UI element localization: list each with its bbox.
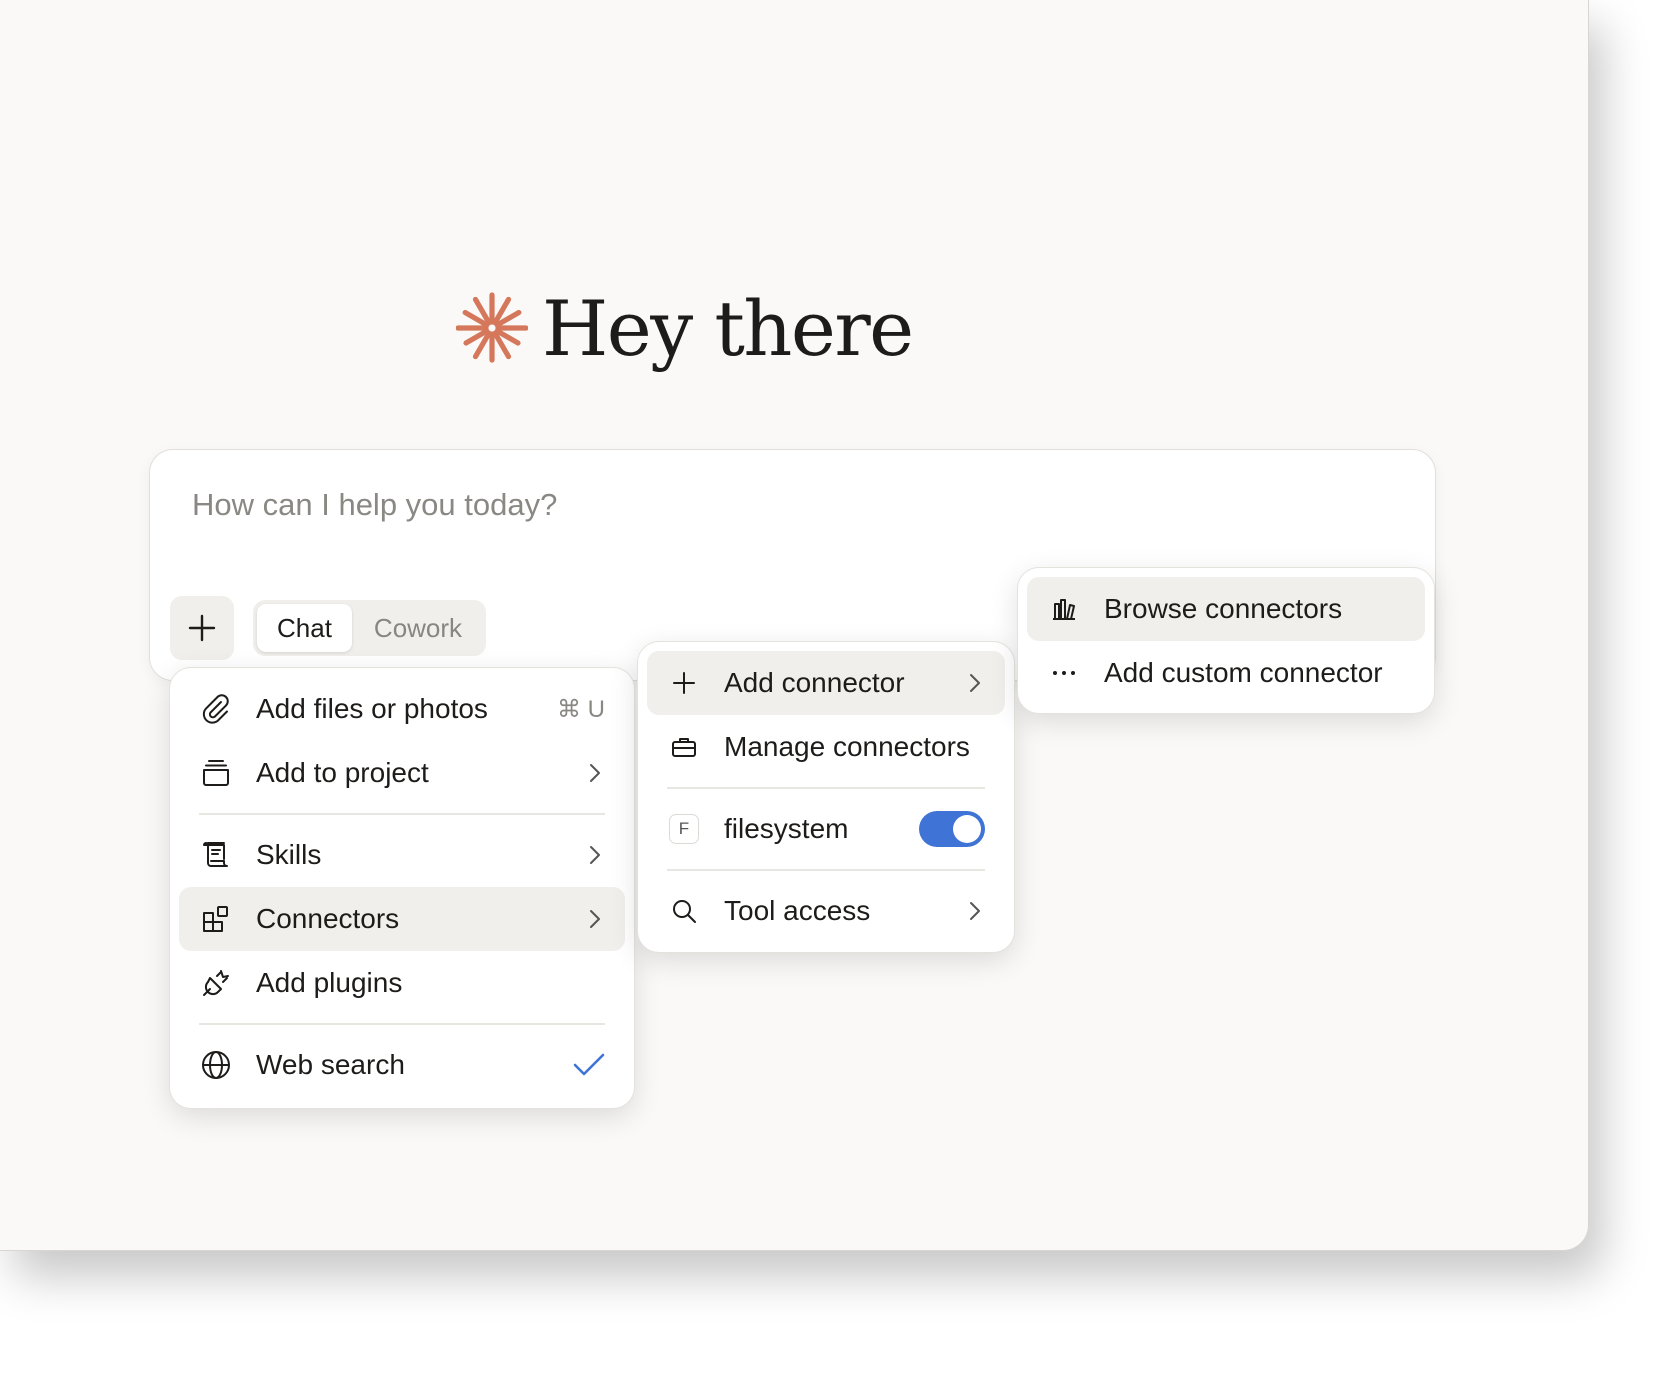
menu-item-browse-connectors[interactable]: Browse connectors bbox=[1027, 577, 1425, 641]
plus-icon bbox=[188, 614, 216, 642]
menu-divider bbox=[199, 1023, 605, 1025]
shortcut-hint: ⌘ U bbox=[557, 695, 605, 723]
greeting: Hey there bbox=[456, 278, 914, 378]
chevron-right-icon bbox=[965, 673, 985, 693]
menu-divider bbox=[667, 869, 985, 871]
message-input[interactable] bbox=[190, 484, 1094, 526]
menu-item-label: Add custom connector bbox=[1104, 657, 1383, 688]
menu-item-label: Add connector bbox=[724, 667, 905, 698]
mode-chat-button[interactable]: Chat bbox=[257, 604, 352, 652]
menu-item-label: filesystem bbox=[724, 813, 849, 844]
filesystem-badge-letter: F bbox=[669, 814, 699, 844]
mode-cowork-button[interactable]: Cowork bbox=[354, 604, 482, 652]
menu-item-label: Connectors bbox=[256, 903, 400, 934]
mode-toggle: Chat Cowork bbox=[253, 600, 487, 656]
menu-item-add-plugins[interactable]: Add plugins bbox=[179, 951, 625, 1015]
plus-icon bbox=[667, 666, 701, 700]
paperclip-icon bbox=[199, 692, 233, 726]
scroll-icon bbox=[199, 838, 233, 872]
briefcase-icon bbox=[667, 730, 701, 764]
menu-item-skills[interactable]: Skills bbox=[179, 823, 625, 887]
menu-item-label: Manage connectors bbox=[724, 731, 970, 762]
menu-item-label: Browse connectors bbox=[1104, 593, 1343, 624]
menu-item-filesystem[interactable]: F filesystem bbox=[647, 797, 1005, 861]
menu-item-label: Skills bbox=[256, 839, 322, 870]
globe-icon bbox=[199, 1048, 233, 1082]
claude-logo-icon bbox=[456, 292, 528, 364]
menu-item-manage-connectors[interactable]: Manage connectors bbox=[647, 715, 1005, 779]
menu-item-label: Tool access bbox=[724, 895, 871, 926]
menu-divider bbox=[199, 813, 605, 815]
plug-icon bbox=[199, 966, 233, 1000]
menu-item-web-search[interactable]: Web search bbox=[179, 1033, 625, 1097]
menu-item-add-custom-connector[interactable]: Add custom connector bbox=[1027, 641, 1425, 705]
menu-item-add-connector[interactable]: Add connector bbox=[647, 651, 1005, 715]
greeting-title: Hey there bbox=[542, 283, 914, 373]
chevron-right-icon bbox=[965, 901, 985, 921]
app-window: Hey there Chat Cowork Add files or photo… bbox=[0, 0, 1589, 1251]
filesystem-toggle[interactable] bbox=[919, 811, 985, 847]
add-connector-submenu: Browse connectors Add custom connector bbox=[1017, 567, 1435, 714]
menu-item-label: Web search bbox=[256, 1049, 405, 1080]
chevron-right-icon bbox=[585, 763, 605, 783]
connectors-icon bbox=[199, 902, 233, 936]
menu-item-label: Add to project bbox=[256, 757, 429, 788]
filesystem-badge: F bbox=[667, 812, 701, 846]
menu-item-tool-access[interactable]: Tool access bbox=[647, 879, 1005, 943]
library-icon bbox=[1047, 592, 1081, 626]
add-content-button[interactable] bbox=[170, 596, 234, 660]
project-icon bbox=[199, 756, 233, 790]
connectors-submenu: Add connector Manage connectors F filesy… bbox=[637, 641, 1015, 953]
ellipsis-icon bbox=[1047, 656, 1081, 690]
menu-item-connectors[interactable]: Connectors bbox=[179, 887, 625, 951]
checkmark-icon bbox=[573, 1052, 605, 1078]
attach-menu: Add files or photos ⌘ U Add to project S… bbox=[169, 667, 635, 1109]
menu-divider bbox=[667, 787, 985, 789]
toggle-knob bbox=[953, 815, 981, 843]
menu-item-label: Add plugins bbox=[256, 967, 403, 998]
chevron-right-icon bbox=[585, 909, 605, 929]
menu-item-add-files[interactable]: Add files or photos ⌘ U bbox=[179, 677, 625, 741]
chevron-right-icon bbox=[585, 845, 605, 865]
menu-item-label: Add files or photos bbox=[256, 693, 488, 724]
menu-item-add-to-project[interactable]: Add to project bbox=[179, 741, 625, 805]
search-icon bbox=[667, 894, 701, 928]
